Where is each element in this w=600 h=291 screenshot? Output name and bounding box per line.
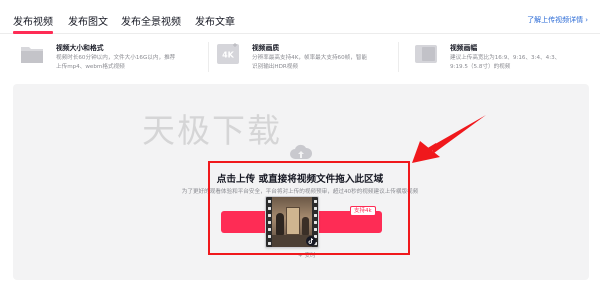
upload-help-link[interactable]: 了解上传视频详情 ›	[527, 15, 588, 25]
info-card-desc: 视频时长60分钟以内，文件大小16G以内，推荐 上传mp4、webm格式视频	[56, 55, 176, 70]
tab-publish-video[interactable]: 发布视频	[13, 13, 53, 28]
info-card-size-format: 视频大小和格式 视频时长60分钟以内，文件大小16G以内，推荐 上传mp4、we…	[20, 38, 210, 78]
annotation-highlight-box	[208, 161, 410, 255]
tab-publish-panorama-video[interactable]: 发布全景视频	[121, 13, 181, 28]
divider	[398, 42, 399, 72]
svg-text:4K: 4K	[222, 51, 235, 60]
active-tab-indicator	[13, 31, 53, 34]
info-card-title: 视频大小和格式	[56, 44, 104, 52]
info-card-title: 视频画幅	[450, 44, 478, 52]
aspect-ratio-icon	[415, 45, 437, 63]
upload-requirements: 视频大小和格式 视频时长60分钟以内，文件大小16G以内，推荐 上传mp4、we…	[0, 38, 600, 78]
info-card-quality: 4K 视频画质 分辨率最高支持4K，帧率最大支持60帧，智能 识别输出HDR视频	[216, 38, 396, 78]
annotation-arrow-icon	[412, 115, 486, 163]
info-card-aspect-ratio: 视频画幅 建议上传高宽比为16:9、9:16、3:4、4:3、 9:19.5（5…	[414, 38, 594, 78]
info-card-desc: 分辨率最高支持4K，帧率最大支持60帧，智能 识别输出HDR视频	[252, 55, 368, 70]
tab-publish-image-text[interactable]: 发布图文	[68, 13, 108, 28]
publish-tabs: 发布视频 发布图文 发布全景视频 发布文章 了解上传视频详情 ›	[0, 0, 600, 34]
chevron-right-icon: ›	[585, 16, 588, 24]
divider	[208, 42, 209, 72]
cloud-upload-icon	[290, 144, 313, 159]
4k-quality-icon: 4K	[217, 43, 239, 64]
help-link-label: 了解上传视频详情	[527, 16, 584, 24]
watermark: 天极下载	[142, 111, 282, 150]
folder-icon	[21, 47, 43, 63]
info-card-desc: 建议上传高宽比为16:9、9:16、3:4、4:3、 9:19.5（5.8寸）的…	[450, 55, 561, 70]
info-card-title: 视频画质	[252, 44, 280, 52]
tab-publish-article[interactable]: 发布文章	[195, 13, 235, 28]
